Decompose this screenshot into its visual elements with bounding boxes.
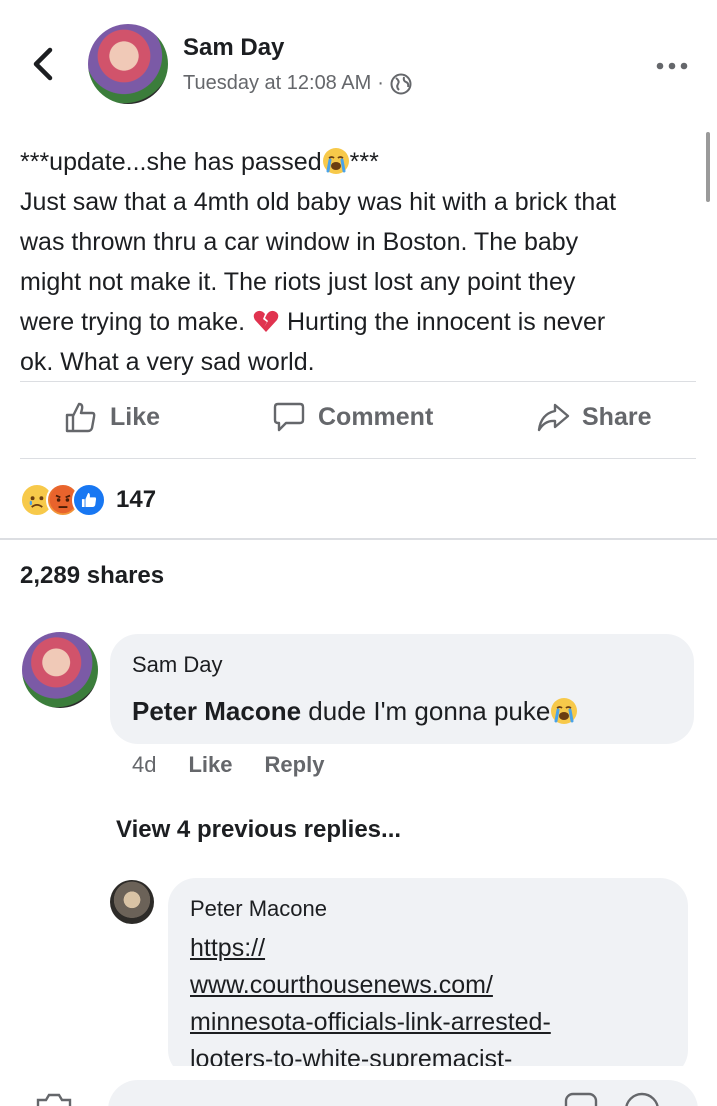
comment-input[interactable] [108, 1080, 698, 1106]
post-text-segment: *** [349, 148, 379, 176]
like-reaction-icon [72, 483, 106, 517]
post-actions: Like Comment Share [0, 392, 717, 450]
sticker-icon[interactable] [562, 1088, 602, 1106]
more-horizontal-icon[interactable] [652, 58, 692, 74]
post-text-segment: Hurting the innocent is never [287, 308, 606, 336]
comment-body: dude I'm gonna puke [301, 696, 551, 726]
post-header: Sam Day Tuesday at 12:08 AM · [0, 0, 717, 120]
comment-text: Peter Macone dude I'm gonna puke [132, 696, 578, 727]
post-timestamp[interactable]: Tuesday at 12:08 AM [183, 72, 371, 95]
comment-like-button[interactable]: Like [188, 752, 232, 778]
post-body: ***update...she has passed *** Just saw … [20, 142, 700, 382]
crying-face-icon [322, 148, 349, 174]
comment-time[interactable]: 4d [132, 752, 156, 778]
link-line: minnesota-officials-link-arrested- [190, 1008, 551, 1036]
share-count[interactable]: 2,289 shares [20, 562, 164, 590]
reply-link[interactable]: https:// www.courthousenews.com/ minneso… [190, 930, 551, 1078]
meta-separator: · [377, 72, 384, 94]
divider [0, 538, 717, 540]
comment-meta: 4d Like Reply [132, 752, 324, 778]
comment-button[interactable]: Comment [272, 400, 433, 434]
scrollbar[interactable] [706, 132, 710, 202]
divider [20, 458, 696, 459]
commenter-name[interactable]: Sam Day [132, 652, 222, 678]
comment-mention[interactable]: Peter Macone [132, 696, 301, 726]
comment-bubble: Sam Day Peter Macone dude I'm gonna puke [110, 634, 694, 744]
author-avatar[interactable] [88, 24, 168, 104]
share-label: Share [582, 402, 652, 431]
chevron-left-icon[interactable] [28, 44, 58, 84]
comment-icon [273, 402, 305, 432]
post-text-segment: were trying to make. [20, 308, 246, 336]
post-line: Just saw that a 4mth old baby was hit wi… [20, 188, 617, 216]
post-meta: Tuesday at 12:08 AM · [183, 72, 412, 95]
comment-reply-button[interactable]: Reply [265, 752, 325, 778]
like-button[interactable]: Like [64, 400, 160, 434]
camera-icon[interactable] [34, 1088, 74, 1106]
post-line: ***update...she has passed *** [20, 142, 700, 182]
thumbs-up-icon [65, 402, 96, 433]
emoji-icon[interactable] [622, 1088, 662, 1106]
reaction-summary[interactable]: 147 [20, 480, 156, 520]
post-line: might not make it. The riots just lost a… [20, 268, 576, 296]
post-line: ok. What a very sad world. [20, 348, 315, 376]
share-arrow-icon [537, 403, 570, 432]
link-line: www.courthousenews.com/ [190, 971, 493, 999]
post-text-segment: ***update...she has passed [20, 148, 322, 176]
crying-face-icon [551, 698, 578, 724]
broken-heart-icon [253, 310, 279, 332]
divider [20, 381, 696, 382]
comment-label: Comment [318, 402, 434, 431]
link-line: https:// [190, 934, 266, 962]
like-label: Like [110, 402, 161, 431]
author-name[interactable]: Sam Day [183, 34, 284, 62]
commenter-avatar[interactable] [22, 632, 98, 708]
view-previous-replies[interactable]: View 4 previous replies... [116, 816, 401, 844]
reply-bubble: Peter Macone https:// www.courthousenews… [168, 878, 688, 1078]
share-button[interactable]: Share [536, 400, 651, 434]
post-line: was thrown thru a car window in Boston. … [20, 228, 579, 256]
reply-author[interactable]: Peter Macone [190, 896, 327, 922]
globe-icon [390, 73, 412, 94]
reply-avatar[interactable] [110, 880, 154, 924]
reaction-count: 147 [116, 486, 157, 513]
post-line: were trying to make. Hurting the innocen… [20, 302, 700, 342]
compose-bar [0, 1066, 717, 1106]
